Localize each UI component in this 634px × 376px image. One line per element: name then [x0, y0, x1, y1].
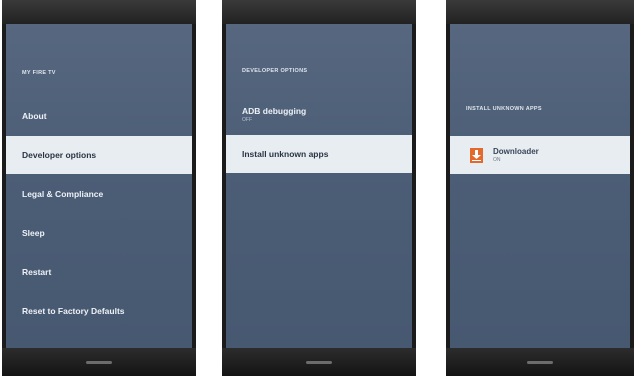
tv-bezel-bottom [2, 348, 196, 376]
tv-brand-logo [306, 361, 332, 364]
tv-bezel-bottom [222, 348, 416, 376]
tv-brand-logo [527, 361, 553, 364]
menu-item-developer-options[interactable]: Developer options [6, 136, 192, 174]
menu-item-label: Restart [22, 267, 52, 277]
menu-item-label: Legal & Compliance [22, 189, 104, 199]
menu-item-label: ADB debugging [242, 106, 307, 116]
menu-item-install-unknown-apps[interactable]: Install unknown apps [226, 135, 412, 173]
tv-bezel-bottom [446, 348, 634, 376]
menu-item-value: OFF [242, 117, 252, 123]
menu-item-legal-compliance[interactable]: Legal & Compliance [6, 175, 192, 213]
menu-item-reset-factory-defaults[interactable]: Reset to Factory Defaults [6, 292, 192, 330]
menu-item-restart[interactable]: Restart [6, 253, 192, 291]
tv-screen: DEVELOPER OPTIONS ADB debugging OFF Inst… [226, 24, 412, 348]
menu-item-label: Sleep [22, 228, 45, 238]
tv-bezel-top [222, 0, 416, 24]
menu-item-about[interactable]: About [6, 97, 192, 135]
menu-item-label: Developer options [22, 150, 97, 160]
menu-item-sleep[interactable]: Sleep [6, 214, 192, 252]
tv-bezel-top [446, 0, 634, 24]
menu-item-label: About [22, 111, 47, 121]
tv-screen: INSTALL UNKNOWN APPS Downloader ON [450, 24, 630, 348]
tv-photo-install-unknown-apps: INSTALL UNKNOWN APPS Downloader ON [446, 0, 634, 376]
menu-item-adb-debugging[interactable]: ADB debugging OFF [226, 106, 412, 123]
section-title: INSTALL UNKNOWN APPS [466, 106, 542, 112]
tv-brand-logo [86, 361, 112, 364]
tv-screen: MY FIRE TV About Developer options Legal… [6, 24, 192, 348]
app-toggle-state: ON [493, 157, 501, 163]
menu-item-label: Reset to Factory Defaults [22, 306, 125, 316]
app-item-downloader[interactable]: Downloader ON [450, 136, 630, 174]
section-title: MY FIRE TV [22, 70, 56, 76]
tv-photo-developer-options: DEVELOPER OPTIONS ADB debugging OFF Inst… [222, 0, 416, 376]
section-title: DEVELOPER OPTIONS [242, 68, 308, 74]
tv-bezel-top [2, 0, 196, 24]
menu-item-label: Install unknown apps [242, 149, 329, 159]
download-arrow-icon [470, 147, 483, 163]
app-item-text: Downloader ON [493, 147, 539, 163]
tv-photo-my-fire-tv: MY FIRE TV About Developer options Legal… [2, 0, 196, 376]
app-name: Downloader [493, 147, 539, 156]
